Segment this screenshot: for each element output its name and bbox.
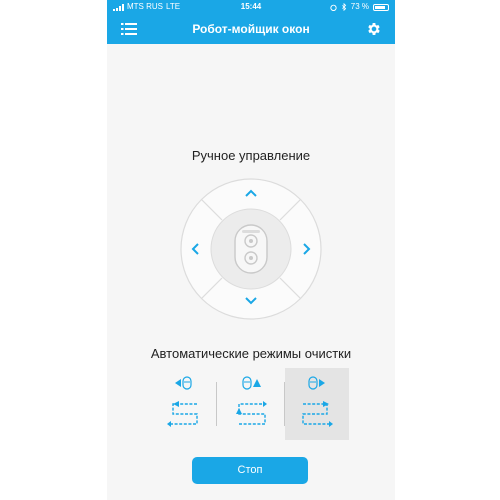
alarm-icon bbox=[330, 4, 337, 11]
gear-icon[interactable] bbox=[366, 21, 382, 37]
direction-pad bbox=[180, 178, 322, 320]
mode-separator bbox=[216, 382, 217, 426]
mode-vertical-up[interactable] bbox=[219, 368, 283, 440]
robot-right-arrow-icon bbox=[302, 376, 333, 427]
auto-modes-title: Автоматические режимы очистки bbox=[150, 346, 352, 361]
auto-mode-group bbox=[149, 368, 349, 440]
header-bar: Робот-мойщик окон bbox=[107, 14, 395, 44]
mode-horizontal-left[interactable] bbox=[151, 368, 215, 440]
robot-up-arrow-icon bbox=[236, 376, 267, 425]
battery-label: 73 % bbox=[350, 2, 369, 11]
stop-button[interactable]: Стоп bbox=[192, 457, 308, 484]
page-title: Робот-мойщик окон bbox=[192, 22, 310, 36]
manual-control-title: Ручное управление bbox=[191, 148, 311, 163]
mode-horizontal-right[interactable] bbox=[285, 368, 349, 440]
app-screen: MTS RUS LTE 15:44 73 % Робот-мойщик окон… bbox=[107, 0, 395, 500]
robot-left-arrow-icon bbox=[167, 376, 198, 427]
battery-icon bbox=[373, 3, 389, 11]
bluetooth-icon bbox=[341, 3, 346, 11]
robot-icon bbox=[234, 224, 268, 274]
status-right: 73 % bbox=[330, 0, 389, 14]
status-bar: MTS RUS LTE 15:44 73 % bbox=[107, 0, 395, 14]
